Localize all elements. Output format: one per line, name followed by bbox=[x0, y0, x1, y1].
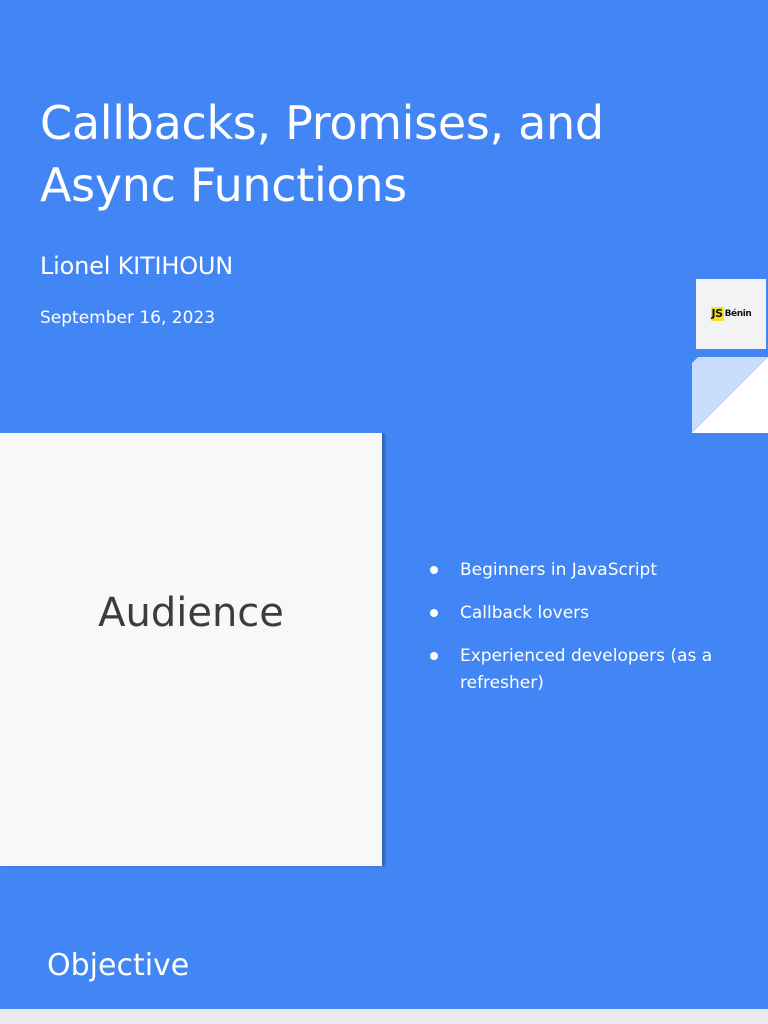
bullet-icon bbox=[430, 652, 438, 660]
js-logo-mark: JS bbox=[710, 307, 724, 321]
author-name: Lionel KITIHOUN bbox=[40, 252, 234, 280]
audience-list: Beginners in JavaScript Callback lovers … bbox=[427, 557, 737, 713]
bullet-text: Beginners in JavaScript bbox=[460, 560, 658, 580]
logo-content: JS Bénin bbox=[710, 307, 752, 321]
audience-heading: Audience bbox=[98, 590, 284, 636]
title-slide: Callbacks, Promises, and Async Functions… bbox=[0, 0, 768, 433]
list-item: Experienced developers (as a refresher) bbox=[427, 643, 737, 697]
list-item: Beginners in JavaScript bbox=[427, 557, 737, 584]
js-benin-logo: JS Bénin bbox=[696, 279, 766, 349]
bullet-text: Experienced developers (as a refresher) bbox=[460, 646, 713, 693]
logo-wordmark: Bénin bbox=[724, 309, 752, 319]
audience-panel: Audience bbox=[0, 433, 382, 866]
audience-slide: Audience Beginners in JavaScript Callbac… bbox=[0, 433, 768, 1009]
slide-deck-viewer: Callbacks, Promises, and Async Functions… bbox=[0, 0, 768, 1024]
presentation-title: Callbacks, Promises, and Async Functions bbox=[40, 96, 604, 212]
bullet-icon bbox=[430, 609, 438, 617]
objective-heading: Objective bbox=[47, 948, 190, 983]
presentation-date: September 16, 2023 bbox=[40, 308, 216, 328]
list-item: Callback lovers bbox=[427, 600, 737, 627]
page-fold-decoration bbox=[692, 357, 768, 433]
bullet-text: Callback lovers bbox=[460, 603, 590, 623]
bullet-icon bbox=[430, 566, 438, 574]
